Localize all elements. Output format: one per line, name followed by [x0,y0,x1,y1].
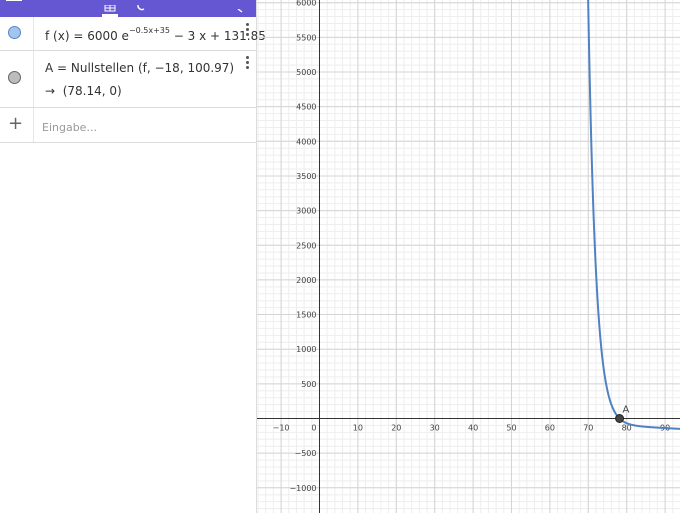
input-field[interactable]: Eingabe... [42,121,97,134]
x-tick-label: 0 [311,424,316,433]
x-tick-label: 20 [391,424,401,433]
tab-tools[interactable] [136,0,148,17]
close-panel-button[interactable] [236,0,244,17]
visibility-dot-icon[interactable] [8,26,21,39]
chevron-icon [237,8,243,13]
visibility-dot-icon[interactable] [8,71,21,84]
x-tick-label: 50 [506,424,516,433]
y-tick-label: 2000 [296,276,316,285]
visibility-toggle-A[interactable] [0,51,34,107]
more-options-icon[interactable] [246,56,250,71]
y-tick-label: 3000 [296,207,316,216]
arrow-icon: → [45,84,56,98]
result-value: (78.14, 0) [62,84,122,98]
more-options-icon[interactable] [246,23,250,38]
x-tick-label: 40 [468,424,478,433]
grid-minor [257,0,680,513]
menu-icon[interactable] [6,0,22,7]
algebra-row-A[interactable]: A = Nullstellen (f, −18, 100.97) → (78.1… [0,51,256,108]
algebra-input-row[interactable] [0,108,256,143]
x-tick-label: −10 [273,424,290,433]
output-A: → (78.14, 0) [45,84,122,98]
x-tick-label: 30 [430,424,440,433]
x-tick-label: 10 [353,424,363,433]
y-tick-label: 500 [301,380,316,389]
algebra-row-f[interactable]: f (x) = 6000 e−0.5x+35 − 3 x + 131.85 [0,17,266,51]
x-axis-labels: −10 0 10 20 30 40 50 60 70 80 90 [273,424,671,433]
point-A[interactable] [615,414,625,423]
grid-major [257,0,680,513]
graphics-view[interactable]: −10 0 10 20 30 40 50 60 70 80 90 6000 5500 5000 4500 4… [257,0,680,513]
y-tick-label: 1500 [296,311,316,320]
graph-canvas[interactable]: −10 0 10 20 30 40 50 60 70 80 90 60005500500045004… [257,0,680,513]
y-tick-label: 5000 [296,68,316,77]
y-tick-label: 4000 [296,137,316,146]
geogebra-app: f (x) = 6000 e−0.5x+35 − 3 x + 131.85 A … [0,0,680,513]
y-tick-label: −500 [295,449,317,458]
expression-A[interactable]: A = Nullstellen (f, −18, 100.97) [45,61,234,75]
point-A-label: A [623,405,630,416]
algebra-toolbar [0,0,256,17]
y-tick-label: −1000 [289,484,316,493]
y-tick-label: 6000 [296,0,316,8]
y-tick-label: 5500 [296,33,316,42]
tab-algebra[interactable] [102,0,118,17]
x-tick-label: 60 [545,424,555,433]
y-tick-label: 3500 [296,172,316,181]
tools-icon [137,4,145,11]
expression-f[interactable]: f (x) = 6000 e−0.5x+35 − 3 x + 131.85 [45,26,266,43]
algebra-view: f (x) = 6000 e−0.5x+35 − 3 x + 131.85 A … [0,0,266,513]
visibility-toggle-f[interactable] [0,17,34,50]
y-tick-label: 1000 [296,345,316,354]
y-tick-label: 4500 [296,103,316,112]
calculator-icon [104,4,116,12]
x-tick-label: 70 [583,424,593,433]
plus-icon[interactable]: + [8,113,23,134]
y-tick-label: 2500 [296,241,316,250]
